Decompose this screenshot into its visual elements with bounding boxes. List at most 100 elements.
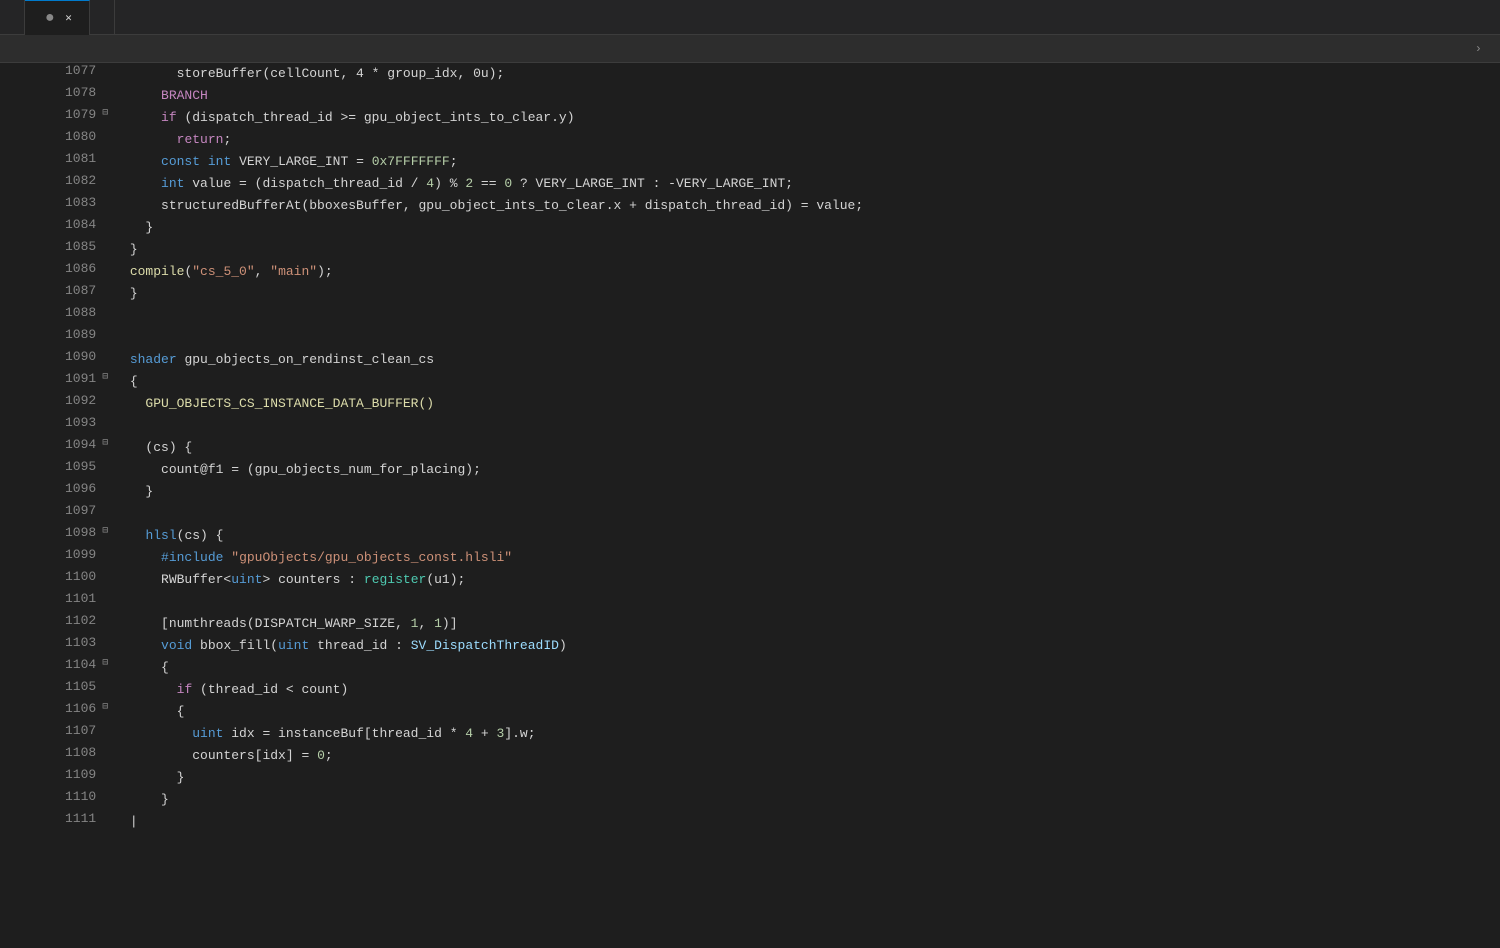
- line-number: 1104: [0, 657, 96, 679]
- table-row: 1100 RWBuffer<uint> counters : register(…: [0, 569, 1500, 591]
- line-number: 1085: [0, 239, 96, 261]
- code-line: void bbox_fill(uint thread_id : SV_Dispa…: [114, 635, 1500, 657]
- fold-marker[interactable]: ⊟: [96, 657, 114, 679]
- code-line: [numthreads(DISPATCH_WARP_SIZE, 1, 1)]: [114, 613, 1500, 635]
- table-row: 1096 }: [0, 481, 1500, 503]
- fold-marker: [96, 327, 114, 349]
- table-row: 1095 count@f1 = (gpu_objects_num_for_pla…: [0, 459, 1500, 481]
- line-number: 1107: [0, 723, 96, 745]
- fold-marker: [96, 547, 114, 569]
- code-line: compile("cs_5_0", "main");: [114, 261, 1500, 283]
- table-row: 1092 GPU_OBJECTS_CS_INSTANCE_DATA_BUFFER…: [0, 393, 1500, 415]
- line-number: 1109: [0, 767, 96, 789]
- fold-marker[interactable]: ⊟: [96, 437, 114, 459]
- line-number: 1082: [0, 173, 96, 195]
- table-row: 1097: [0, 503, 1500, 525]
- fold-marker: [96, 129, 114, 151]
- line-number: 1106: [0, 701, 96, 723]
- fold-marker: [96, 481, 114, 503]
- table-row: 1094⊟ (cs) {: [0, 437, 1500, 459]
- fold-marker: [96, 745, 114, 767]
- table-row: 1078 BRANCH: [0, 85, 1500, 107]
- fold-marker: [96, 85, 114, 107]
- table-row: 1110 }: [0, 789, 1500, 811]
- code-line: hlsl(cs) {: [114, 525, 1500, 547]
- code-line: if (thread_id < count): [114, 679, 1500, 701]
- code-line: }: [114, 239, 1500, 261]
- code-line: }: [114, 283, 1500, 305]
- tab-dagi-scene-voxels[interactable]: [0, 0, 25, 35]
- line-number: 1099: [0, 547, 96, 569]
- line-number: 1088: [0, 305, 96, 327]
- fold-marker: [96, 811, 114, 833]
- code-line: uint idx = instanceBuf[thread_id * 4 + 3…: [114, 723, 1500, 745]
- line-number: 1078: [0, 85, 96, 107]
- table-row: 1104⊟ {: [0, 657, 1500, 679]
- code-line: {: [114, 701, 1500, 723]
- fold-marker: [96, 723, 114, 745]
- code-line: RWBuffer<uint> counters : register(u1);: [114, 569, 1500, 591]
- tab-gpu-objects-placer[interactable]: ● ✕: [25, 0, 90, 35]
- fold-marker: [96, 591, 114, 613]
- table-row: 1077 storeBuffer(cellCount, 4 * group_id…: [0, 63, 1500, 85]
- table-row: 1101: [0, 591, 1500, 613]
- line-number: 1110: [0, 789, 96, 811]
- fold-marker: [96, 393, 114, 415]
- table-row: 1098⊟ hlsl(cs) {: [0, 525, 1500, 547]
- line-number: 1097: [0, 503, 96, 525]
- line-number: 1080: [0, 129, 96, 151]
- tab-assert[interactable]: [90, 0, 115, 35]
- line-number: 1094: [0, 437, 96, 459]
- fold-marker[interactable]: ⊟: [96, 525, 114, 547]
- line-number: 1095: [0, 459, 96, 481]
- breadcrumb-arrow: ›: [1475, 42, 1482, 56]
- code-line: storeBuffer(cellCount, 4 * group_idx, 0u…: [114, 63, 1500, 85]
- line-number: 1077: [0, 63, 96, 85]
- table-row: 1108 counters[idx] = 0;: [0, 745, 1500, 767]
- tab-close-button[interactable]: ✕: [61, 10, 77, 26]
- table-row: 1086 compile("cs_5_0", "main");: [0, 261, 1500, 283]
- code-line: counters[idx] = 0;: [114, 745, 1500, 767]
- fold-marker: [96, 151, 114, 173]
- code-line: structuredBufferAt(bboxesBuffer, gpu_obj…: [114, 195, 1500, 217]
- line-number: 1091: [0, 371, 96, 393]
- editor: 1077 storeBuffer(cellCount, 4 * group_id…: [0, 63, 1500, 948]
- line-number: 1102: [0, 613, 96, 635]
- fold-marker[interactable]: ⊟: [96, 371, 114, 393]
- table-row: 1084 }: [0, 217, 1500, 239]
- fold-marker: [96, 63, 114, 85]
- table-row: 1099 #include "gpuObjects/gpu_objects_co…: [0, 547, 1500, 569]
- line-number: 1086: [0, 261, 96, 283]
- table-row: 1103 void bbox_fill(uint thread_id : SV_…: [0, 635, 1500, 657]
- fold-marker: [96, 349, 114, 371]
- editor-scroll[interactable]: 1077 storeBuffer(cellCount, 4 * group_id…: [0, 63, 1500, 948]
- fold-marker: [96, 305, 114, 327]
- table-row: 1088: [0, 305, 1500, 327]
- table-row: 1081 const int VERY_LARGE_INT = 0x7FFFFF…: [0, 151, 1500, 173]
- line-number: 1087: [0, 283, 96, 305]
- fold-marker[interactable]: ⊟: [96, 701, 114, 723]
- code-line: {: [114, 657, 1500, 679]
- fold-marker: [96, 459, 114, 481]
- fold-marker: [96, 613, 114, 635]
- code-line: (cs) {: [114, 437, 1500, 459]
- fold-marker[interactable]: ⊟: [96, 107, 114, 129]
- fold-marker: [96, 635, 114, 657]
- table-row: 1109 }: [0, 767, 1500, 789]
- table-row: 1080 return;: [0, 129, 1500, 151]
- fold-marker: [96, 261, 114, 283]
- table-row: 1082 int value = (dispatch_thread_id / 4…: [0, 173, 1500, 195]
- table-row: 1102 [numthreads(DISPATCH_WARP_SIZE, 1, …: [0, 613, 1500, 635]
- table-row: 1079⊟ if (dispatch_thread_id >= gpu_obje…: [0, 107, 1500, 129]
- code-line: if (dispatch_thread_id >= gpu_object_int…: [114, 107, 1500, 129]
- code-line: }: [114, 481, 1500, 503]
- line-number: 1081: [0, 151, 96, 173]
- fold-marker: [96, 789, 114, 811]
- fold-marker: [96, 195, 114, 217]
- line-number: 1103: [0, 635, 96, 657]
- fold-marker: [96, 173, 114, 195]
- code-line: [114, 305, 1500, 327]
- table-row: 1107 uint idx = instanceBuf[thread_id * …: [0, 723, 1500, 745]
- fold-marker: [96, 239, 114, 261]
- line-number: 1111: [0, 811, 96, 833]
